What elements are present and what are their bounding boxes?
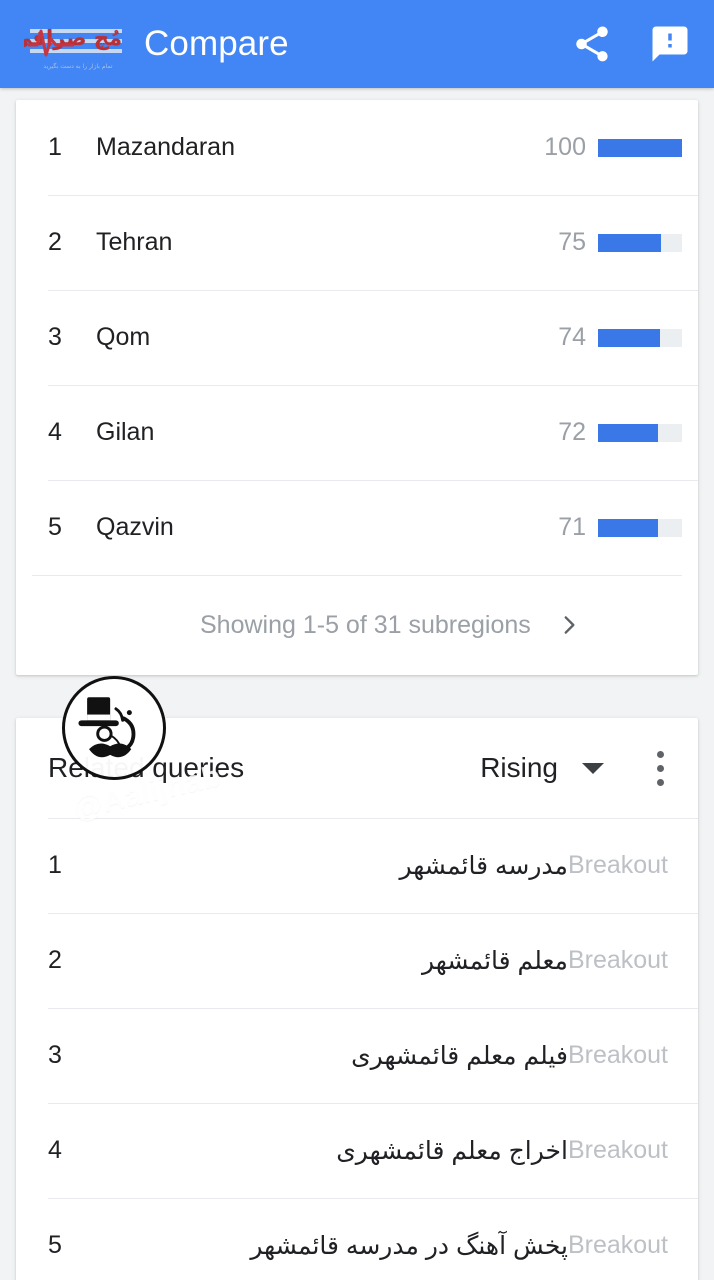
row-bar-track [598,328,682,347]
row-rank: 4 [48,418,62,446]
row-value: 72 [558,418,586,446]
chevron-right-icon [564,616,575,634]
row-bar-track [598,423,682,442]
row-bar-fill [598,518,658,537]
table-row[interactable]: 1 Mazandaran 100 [16,100,698,195]
row-label: اخراج معلم قائمشهری [336,1136,568,1165]
row-value: Breakout [567,851,668,879]
show-more-subregions[interactable]: Showing 1-5 of 31 subregions [16,575,698,675]
table-row[interactable]: 5 پخش آهنگ در مدرسه قائمشهر Breakout [16,1198,698,1280]
row-rank: 3 [48,323,62,351]
more-options-button[interactable] [642,746,678,790]
row-value: 75 [558,228,586,256]
page-body: 1 Mazandaran 100 2 Tehran 75 3 Qom 74 4 [0,88,714,1280]
related-queries-header: Related queries Rising [16,718,698,818]
row-rank: 3 [48,1041,62,1069]
row-label: Gilan [96,418,155,446]
row-rank: 2 [48,946,62,974]
row-value: 100 [544,133,586,161]
table-row[interactable]: 3 فیلم معلم قائمشهری Breakout [16,1008,698,1103]
row-rank: 1 [48,133,62,161]
page-title: Compare [144,24,289,63]
table-row[interactable]: 1 مدرسه قائمشهر Breakout [16,818,698,913]
row-rank: 5 [48,513,62,541]
feedback-button[interactable] [648,22,692,66]
more-vertical-icon-dot [656,778,664,786]
table-row[interactable]: 4 Gilan 72 [16,385,698,480]
table-row[interactable]: 2 Tehran 75 [16,195,698,290]
row-bar-fill [598,423,659,442]
row-term-wrap: مدرسه قائمشهر [96,851,568,881]
share-icon [576,26,608,62]
row-label: مدرسه قائمشهر [399,851,568,880]
row-rank: 1 [48,851,62,879]
subregions-card: 1 Mazandaran 100 2 Tehran 75 3 Qom 74 4 [16,100,698,675]
row-bar-track [598,138,682,157]
app-header: مُچ صرافی تمام بازار را به دست بگیرید Co… [0,0,714,88]
row-label: Qazvin [96,513,174,541]
row-term-wrap: فیلم معلم قائمشهری [96,1041,568,1071]
related-queries-card: Related queries Rising 1 مدرسه قائمشهر B… [16,718,698,1280]
row-label: Tehran [96,228,173,256]
row-bar-fill [598,233,661,252]
more-vertical-icon-dot [656,750,664,758]
row-bar-fill [598,138,682,157]
sort-dropdown-value: Rising [480,752,558,783]
row-label: Mazandaran [96,133,235,161]
brand-logo-watermark: مُچ صرافی تمام بازار را به دست بگیرید [24,17,132,71]
subregions-count-label: Showing 1-5 of 31 subregions [200,610,531,639]
table-row[interactable]: 3 Qom 74 [16,290,698,385]
row-label: پخش آهنگ در مدرسه قائمشهر [250,1231,568,1260]
row-value: 71 [558,513,586,541]
related-queries-title: Related queries [48,752,245,783]
row-term-wrap: پخش آهنگ در مدرسه قائمشهر [96,1231,568,1261]
heartbeat-icon [28,29,74,57]
row-rank: 4 [48,1136,62,1164]
table-row[interactable]: 4 اخراج معلم قائمشهری Breakout [16,1103,698,1198]
row-bar-track [598,518,682,537]
share-button[interactable] [570,22,614,66]
header-actions [570,22,692,66]
table-row[interactable]: 5 Qazvin 71 [16,480,698,575]
row-bar-track [598,233,682,252]
row-value: Breakout [567,1136,668,1164]
more-vertical-icon-dot [656,764,664,772]
row-label: معلم قائمشهر [422,946,568,975]
feedback-icon [652,26,688,62]
row-value: Breakout [567,1041,668,1069]
row-label: Qom [96,323,151,351]
chevron-down-icon [582,762,604,774]
sort-dropdown[interactable]: Rising [480,752,604,784]
row-rank: 2 [48,228,62,256]
row-term-wrap: اخراج معلم قائمشهری [96,1136,568,1166]
row-value: Breakout [567,946,668,974]
row-value: Breakout [567,1231,668,1259]
row-bar-fill [598,328,661,347]
row-label: فیلم معلم قائمشهری [351,1041,568,1070]
table-row[interactable]: 2 معلم قائمشهر Breakout [16,913,698,1008]
row-term-wrap: معلم قائمشهر [96,946,568,976]
brand-logo-subtitle: تمام بازار را به دست بگیرید [43,63,113,70]
row-rank: 5 [48,1231,62,1259]
row-value: 74 [558,323,586,351]
